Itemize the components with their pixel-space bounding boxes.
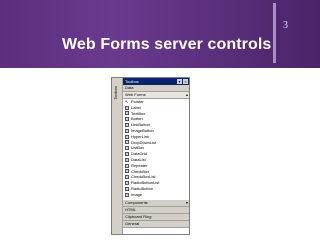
section-clipboard-ring[interactable]: Clipboard Ring xyxy=(123,214,189,221)
section-general[interactable]: General xyxy=(123,221,189,228)
scroll-down-icon[interactable]: ▾ xyxy=(186,200,188,206)
pointer-icon: ↖ xyxy=(125,98,129,104)
section-data[interactable]: Data xyxy=(123,85,189,92)
close-icon[interactable]: × xyxy=(183,79,188,84)
radiobuttonlist-icon xyxy=(125,181,129,186)
linkbutton-icon xyxy=(125,123,129,128)
toolbox-item-image[interactable]: Image xyxy=(123,192,189,198)
section-label: General xyxy=(125,221,140,226)
section-components[interactable]: Components ▾ xyxy=(123,200,189,207)
button-icon xyxy=(125,117,129,122)
slide-title: Web Forms server controls xyxy=(62,36,272,53)
toolbox-window: Toolbox Toolbox ▾ × Data Web Forms ▴ ↖ Po… xyxy=(111,77,190,235)
toolbox-side-tab[interactable]: Toolbox xyxy=(112,78,123,234)
section-label: Clipboard Ring xyxy=(125,214,152,219)
imagebutton-icon xyxy=(125,128,129,133)
dropdownlist-icon xyxy=(125,140,129,145)
toolbox-item-list: ↖ Pointer Label TextBox Button LinkButton Imag… xyxy=(123,99,189,205)
toolbox-titlebar[interactable]: Toolbox ▾ × xyxy=(123,78,189,85)
section-label: HTML xyxy=(125,207,136,212)
section-web-forms-label: Web Forms xyxy=(125,92,146,97)
image-icon xyxy=(125,192,129,197)
section-web-forms[interactable]: Web Forms ▴ xyxy=(123,92,189,99)
toolbox-side-tab-label: Toolbox xyxy=(113,86,118,100)
toolbox-panel: Toolbox ▾ × Data Web Forms ▴ ↖ Pointer Lab… xyxy=(123,78,189,234)
section-html[interactable]: HTML xyxy=(123,207,189,214)
slide-number: 3 xyxy=(283,20,288,31)
section-label: Components xyxy=(125,200,148,205)
scroll-up-icon[interactable]: ▴ xyxy=(186,92,188,98)
listbox-icon xyxy=(125,146,129,151)
section-data-label: Data xyxy=(125,85,134,90)
checkbox-icon xyxy=(125,169,129,174)
toolbox-item-label: Image xyxy=(131,191,143,197)
label-icon xyxy=(125,105,129,110)
hyperlink-icon xyxy=(125,134,129,139)
toolbox-bottom-sections: Components ▾ HTML Clipboard Ring General xyxy=(123,200,189,228)
pin-icon[interactable]: ▾ xyxy=(177,79,182,84)
textbox-icon xyxy=(125,111,129,116)
toolbox-title: Toolbox xyxy=(125,79,139,84)
radiobutton-icon xyxy=(125,186,129,191)
banner-accent-bar xyxy=(273,3,276,63)
datalist-icon xyxy=(125,157,129,162)
checkboxlist-icon xyxy=(125,175,129,180)
repeater-icon xyxy=(125,163,129,168)
datagrid-icon xyxy=(125,152,129,157)
title-banner xyxy=(0,0,320,68)
